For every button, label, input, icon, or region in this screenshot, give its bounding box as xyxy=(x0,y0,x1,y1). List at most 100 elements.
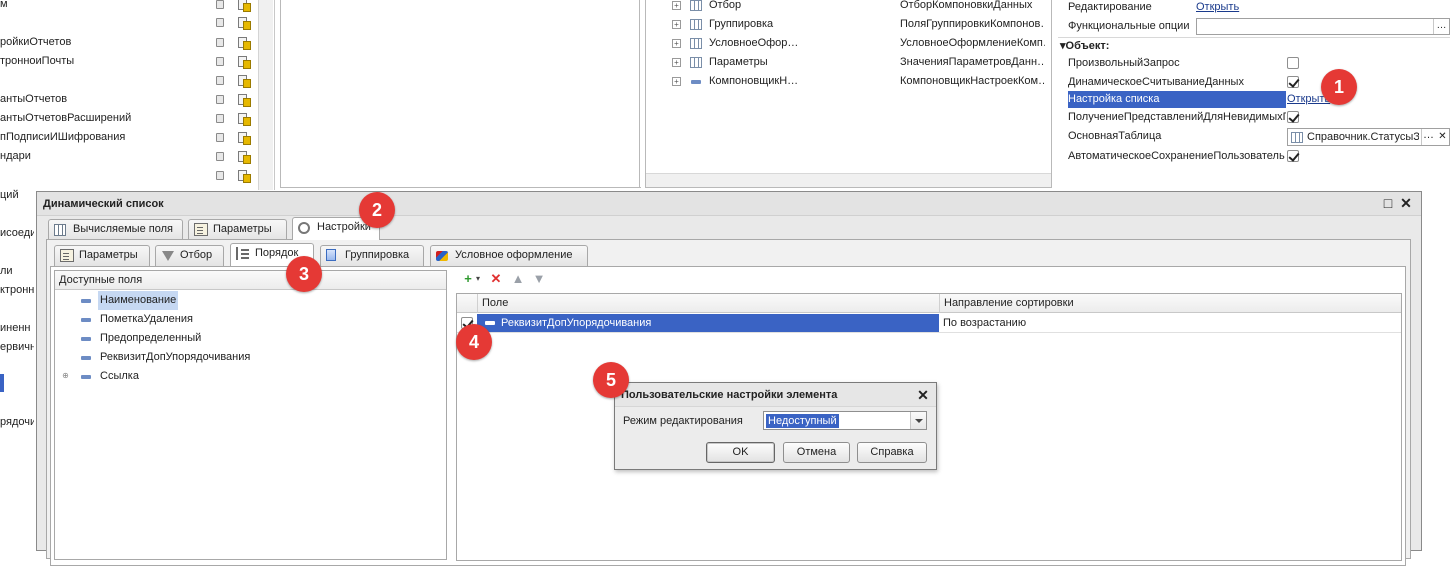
chevron-down-icon[interactable]: ▾ xyxy=(471,272,485,286)
expand-icon[interactable]: + xyxy=(672,20,681,29)
lock-icon xyxy=(216,38,224,47)
database-icon xyxy=(238,0,251,12)
expand-icon[interactable]: + xyxy=(672,58,681,67)
field-icon xyxy=(81,356,91,360)
cancel-button[interactable]: Отмена xyxy=(783,442,850,463)
field-name: ПометкаУдаления xyxy=(100,313,193,325)
property-label[interactable]: Настройка списка xyxy=(1068,90,1286,109)
step-marker-2: 2 xyxy=(359,192,395,228)
get-invisible-checkbox[interactable] xyxy=(1287,111,1299,123)
tab-label: Порядок xyxy=(255,247,299,259)
edit-mode-select[interactable]: Недоступный xyxy=(763,411,927,430)
field-row[interactable]: ⊕ Ссылка xyxy=(61,367,261,386)
selected-cell[interactable]: РеквизитДопУпорядочивания xyxy=(477,314,939,332)
parameters-icon xyxy=(60,249,74,262)
tree-row[interactable]: + УсловноеОфор… УсловноеОформлениеКомп… xyxy=(646,34,1046,53)
tree-row-name: Параметры xyxy=(709,56,768,68)
ok-button[interactable]: OK xyxy=(706,442,775,463)
ellipsis-icon[interactable]: … xyxy=(1421,129,1435,145)
tree-row[interactable]: + Параметры ЗначенияПараметровДанн… xyxy=(646,53,1046,72)
dynamic-read-checkbox[interactable] xyxy=(1287,76,1299,88)
database-icon xyxy=(238,17,251,30)
tree-item[interactable]: антыОтчетов xyxy=(0,90,215,109)
clear-icon[interactable]: ✕ xyxy=(1436,129,1449,145)
element-user-settings-popup: Пользовательские настройки элемента ✕ Ре… xyxy=(614,382,937,470)
tree-item[interactable]: м xyxy=(0,0,215,14)
property-label: ПроизвольныйЗапрос xyxy=(1068,57,1180,69)
functional-options-field[interactable]: … xyxy=(1196,18,1450,35)
tree-item[interactable]: тронноиПочты xyxy=(0,52,215,71)
lock-icon xyxy=(216,133,224,142)
table-icon xyxy=(690,0,702,11)
lock-icon xyxy=(216,171,224,180)
subtab-grouping[interactable]: Группировка xyxy=(320,245,424,266)
lock-icon xyxy=(216,76,224,85)
main-table-field[interactable]: Справочник.СтатусыЗ … ✕ xyxy=(1287,128,1450,146)
table-row[interactable]: РеквизитДопУпорядочивания По возрастанию xyxy=(457,314,1401,333)
expand-icon[interactable]: ⊕ xyxy=(61,372,70,381)
tree-row[interactable]: + Отбор ОтборКомпоновкиДанных xyxy=(646,0,1046,15)
tree-row-type: КомпоновщикНастроекКом… xyxy=(900,75,1045,87)
expand-icon[interactable]: + xyxy=(672,77,681,86)
vertical-scrollbar[interactable] xyxy=(258,0,273,190)
database-icon xyxy=(238,56,251,69)
field-name: Предопределенный xyxy=(100,332,202,344)
main-table-value: Справочник.СтатусыЗ xyxy=(1307,131,1419,143)
step-marker-3: 3 xyxy=(286,256,322,292)
expand-icon[interactable]: + xyxy=(672,39,681,48)
properties-panel: Редактирование Открыть Функциональные оп… xyxy=(1058,0,1450,190)
order-direction[interactable]: По возрастанию xyxy=(943,314,1026,332)
database-icon xyxy=(238,151,251,164)
horizontal-scrollbar[interactable] xyxy=(646,173,1051,187)
editing-open-link[interactable]: Открыть xyxy=(1196,0,1239,17)
attributes-tree-panel: + Отбор ОтборКомпоновкиДанных + Группиро… xyxy=(645,0,1052,188)
close-icon[interactable]: ✕ xyxy=(916,388,930,402)
subtab-conditional-appearance[interactable]: Условное оформление xyxy=(430,245,588,266)
subtab-filter[interactable]: Отбор xyxy=(155,245,224,266)
delete-icon[interactable]: ✕ xyxy=(489,272,503,286)
tab-label: Вычисляемые поля xyxy=(73,223,173,235)
available-fields-list: Доступные поля Наименование ПометкаУдале… xyxy=(54,270,447,560)
autosave-checkbox[interactable] xyxy=(1287,150,1299,162)
tree-item[interactable]: ройкиОтчетов xyxy=(0,33,215,52)
tree-row-type: ОтборКомпоновкиДанных xyxy=(900,0,1033,11)
tab-calculated-fields[interactable]: Вычисляемые поля xyxy=(48,219,183,240)
tree-row-name: Группировка xyxy=(709,18,774,30)
dynamic-list-dialog: Динамический список □ ✕ Вычисляемые поля… xyxy=(36,191,1422,566)
object-section[interactable]: ▾Объект: xyxy=(1060,37,1109,55)
tree-item-fragment: исоеди xyxy=(0,227,34,239)
ellipsis-icon[interactable]: … xyxy=(1433,19,1449,34)
tree-item[interactable]: антыОтчетовРасширений xyxy=(0,109,215,128)
custom-query-checkbox[interactable] xyxy=(1287,57,1299,69)
tree-row[interactable]: + Группировка ПоляГруппировкиКомпонов… xyxy=(646,15,1046,34)
tree-item-fragment: ервичн xyxy=(0,341,34,353)
selection-fragment xyxy=(0,374,4,392)
maximize-icon[interactable]: □ xyxy=(1381,196,1395,210)
tree-item-fragment: ли xyxy=(0,265,13,277)
lock-icon xyxy=(216,0,224,9)
close-icon[interactable]: ✕ xyxy=(1399,196,1413,210)
tree-item[interactable]: пПодписиИШифрования xyxy=(0,128,215,147)
subtab-parameters[interactable]: Параметры xyxy=(54,245,150,266)
database-icon xyxy=(238,132,251,145)
step-marker-1: 1 xyxy=(1321,69,1357,105)
expand-icon[interactable]: + xyxy=(672,1,681,10)
tree-item[interactable]: ндари xyxy=(0,147,215,166)
move-down-icon[interactable]: ▼ xyxy=(532,272,546,286)
divider xyxy=(371,187,641,188)
move-up-icon[interactable]: ▲ xyxy=(511,272,525,286)
tab-parameters[interactable]: Параметры xyxy=(188,219,287,240)
chevron-down-icon[interactable] xyxy=(910,412,926,429)
tree-row-name: Отбор xyxy=(709,0,742,11)
column-header-direction[interactable]: Направление сортировки xyxy=(939,294,1401,313)
tree-row[interactable]: + КомпоновщикН… КомпоновщикНастроекКом… xyxy=(646,72,1046,91)
filter-icon xyxy=(162,251,174,261)
lock-icon xyxy=(216,18,224,27)
property-label: ПолучениеПредставленийДляНевидимыхП xyxy=(1068,111,1286,123)
edit-mode-label: Режим редактирования xyxy=(623,415,743,427)
order-field-name: РеквизитДопУпорядочивания xyxy=(501,317,652,329)
help-button[interactable]: Справка xyxy=(857,442,927,463)
popup-titlebar[interactable]: Пользовательские настройки элемента ✕ xyxy=(615,383,936,407)
column-header-field[interactable]: Поле xyxy=(477,294,939,313)
dialog-titlebar[interactable]: Динамический список □ ✕ xyxy=(37,192,1421,216)
